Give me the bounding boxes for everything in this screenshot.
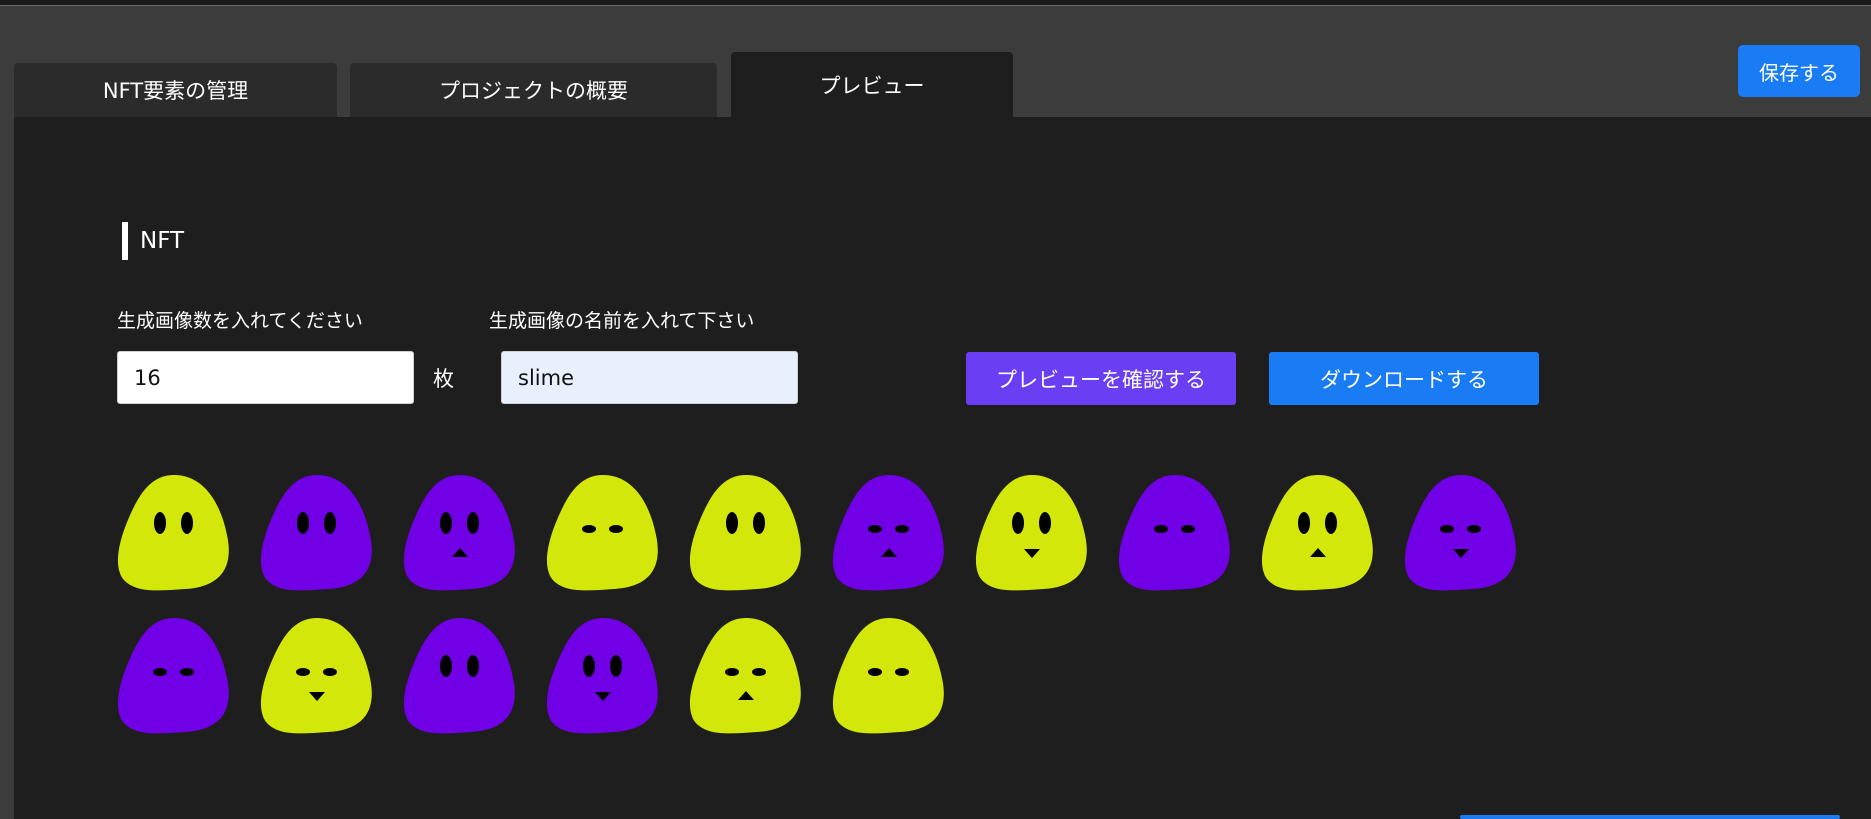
image-count-input[interactable]: [117, 351, 414, 404]
slime-body: [1118, 475, 1230, 591]
slime-body: [403, 618, 515, 734]
slime-eye: [752, 668, 766, 676]
nft-thumbnail: [685, 469, 807, 595]
tab-nft-elements[interactable]: NFT要素の管理: [14, 63, 337, 117]
slime-eye: [153, 668, 167, 676]
image-count-label: 生成画像数を入れてください: [117, 310, 363, 332]
slime-eye: [180, 668, 194, 676]
slime-body: [832, 475, 944, 591]
slime-eye: [181, 512, 193, 534]
slime-body: [546, 475, 658, 591]
slime-body: [117, 618, 229, 734]
slime-eye: [609, 525, 623, 533]
slime-body: [689, 475, 801, 591]
slime-eye: [1440, 525, 1454, 533]
nft-thumbnail: [542, 612, 664, 738]
nft-thumbnail: [828, 469, 950, 595]
window-top-strip: [0, 0, 1871, 6]
image-name-input[interactable]: [501, 351, 798, 404]
nft-thumbnail: [828, 612, 950, 738]
tab-project-overview-label: プロジェクトの概要: [439, 79, 628, 103]
slime-eye: [467, 655, 479, 677]
slime-body: [689, 618, 801, 734]
slime-body: [1261, 475, 1373, 591]
slime-body: [832, 618, 944, 734]
slime-eye: [582, 525, 596, 533]
slime-eye: [895, 668, 909, 676]
slime-eye: [725, 668, 739, 676]
slime-eye: [753, 512, 765, 534]
download-button[interactable]: ダウンロードする: [1269, 352, 1539, 405]
slime-eye: [324, 512, 336, 534]
nft-thumbnail: [399, 469, 521, 595]
tab-project-overview[interactable]: プロジェクトの概要: [350, 63, 717, 117]
slime-eye: [1181, 525, 1195, 533]
slime-eye: [895, 525, 909, 533]
slime-eye: [868, 525, 882, 533]
slime-eye: [440, 512, 452, 534]
bottom-accent-bar: [1460, 815, 1840, 819]
slime-body: [975, 475, 1087, 591]
tab-preview-label: プレビュー: [819, 74, 925, 98]
nft-thumbnail: [256, 612, 378, 738]
slime-eye: [1325, 512, 1337, 534]
slime-body: [260, 475, 372, 591]
slime-body: [260, 618, 372, 734]
nft-thumbnail: [113, 469, 235, 595]
slime-eye: [1467, 525, 1481, 533]
nft-thumbnail: [1257, 469, 1379, 595]
preview-button[interactable]: プレビューを確認する: [966, 352, 1236, 405]
slime-body: [117, 475, 229, 591]
slime-eye: [868, 668, 882, 676]
slime-eye: [1039, 512, 1051, 534]
slime-eye: [467, 512, 479, 534]
nft-thumbnail: [1114, 469, 1236, 595]
slime-eye: [1012, 512, 1024, 534]
slime-eye: [154, 512, 166, 534]
tab-preview[interactable]: プレビュー: [731, 52, 1013, 118]
slime-eye: [297, 512, 309, 534]
slime-eye: [1298, 512, 1310, 534]
nft-thumbnail: [971, 469, 1093, 595]
nft-thumbnail: [1400, 469, 1522, 595]
slime-eye: [323, 668, 337, 676]
section-title: NFT: [122, 222, 184, 260]
slime-eye: [583, 655, 595, 677]
nft-thumbnail: [256, 469, 378, 595]
nft-thumbnail: [399, 612, 521, 738]
slime-eye: [440, 655, 452, 677]
nft-thumbnail: [542, 469, 664, 595]
slime-eye: [1154, 525, 1168, 533]
image-name-label: 生成画像の名前を入れて下さい: [489, 310, 755, 332]
slime-eye: [296, 668, 310, 676]
slime-eye: [610, 655, 622, 677]
nft-thumbnail: [113, 612, 235, 738]
nft-thumbnail: [685, 612, 807, 738]
count-unit-label: 枚: [433, 367, 454, 391]
tab-nft-elements-label: NFT要素の管理: [102, 79, 249, 103]
save-button[interactable]: 保存する: [1738, 45, 1860, 97]
slime-body: [546, 618, 658, 734]
slime-eye: [726, 512, 738, 534]
slime-body: [1404, 475, 1516, 591]
slime-body: [403, 475, 515, 591]
